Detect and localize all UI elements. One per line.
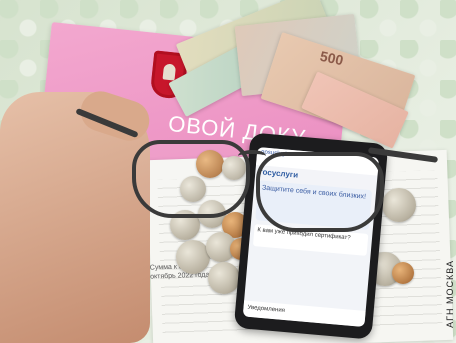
coin	[208, 262, 240, 294]
glasses-bridge	[238, 150, 266, 162]
photo-credit: АГН МОСКВА	[445, 260, 455, 328]
glasses-lens-left	[132, 140, 250, 218]
coin	[176, 240, 210, 274]
glasses-lens-right	[256, 152, 384, 232]
coin	[392, 262, 414, 284]
photo: ОВОЙ ДОКУ 500 Сумма к оплате октябрь 202…	[0, 0, 456, 343]
phone-bottom-bar: Уведомления	[242, 300, 366, 327]
coin	[382, 188, 416, 222]
